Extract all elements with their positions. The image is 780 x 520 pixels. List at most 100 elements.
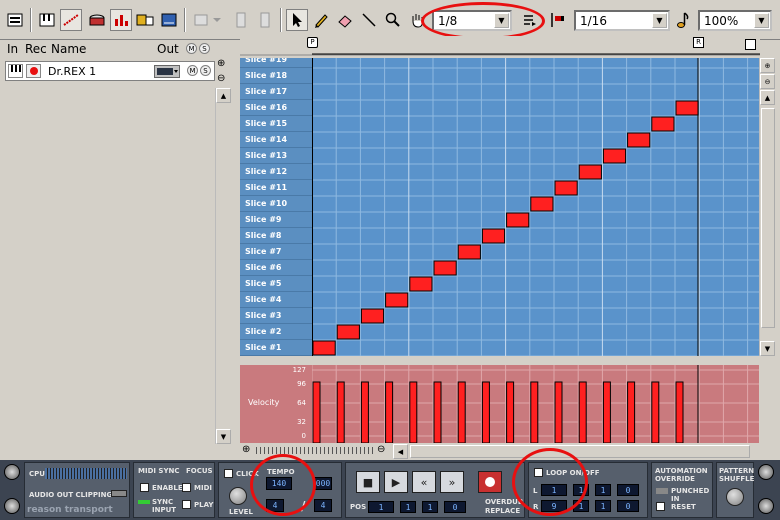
loop-left-tick[interactable]: 0: [617, 484, 639, 496]
rex-note[interactable]: [360, 308, 385, 324]
zoom-out-icon[interactable]: ⊖: [760, 74, 775, 89]
click-checkbox[interactable]: [224, 469, 233, 478]
slice-label[interactable]: Slice #15: [240, 116, 312, 132]
chevron-down-icon[interactable]: ▼: [494, 13, 509, 28]
scroll-up-icon[interactable]: ▲: [216, 88, 231, 103]
slice-label[interactable]: Slice #2: [240, 324, 312, 340]
keyboard-icon[interactable]: [8, 64, 23, 78]
signature-denominator[interactable]: 4: [314, 499, 332, 512]
rex-note[interactable]: [675, 100, 699, 116]
slice-label[interactable]: Slice #18: [240, 68, 312, 84]
note-icon[interactable]: [672, 9, 694, 31]
stop-button[interactable]: ■: [356, 471, 380, 493]
velocity-bar[interactable]: [457, 381, 466, 443]
slice-label[interactable]: Slice #11: [240, 180, 312, 196]
zoom-in-icon[interactable]: ⊕: [242, 444, 250, 455]
velocity-bar[interactable]: [312, 381, 321, 443]
key-lane-icon[interactable]: [36, 9, 58, 31]
start-marker[interactable]: P: [307, 37, 318, 48]
fast-forward-button[interactable]: »: [440, 471, 464, 493]
track-row[interactable]: Dr.REX 1 M S: [5, 61, 215, 81]
velocity-bar[interactable]: [409, 381, 418, 443]
loop-left-sixteenth[interactable]: 1: [595, 484, 611, 496]
loop-right-bar[interactable]: 9: [541, 500, 567, 512]
rex-note[interactable]: [336, 324, 360, 340]
slice-label[interactable]: Slice #6: [240, 260, 312, 276]
slice-label[interactable]: Slice #4: [240, 292, 312, 308]
zoom-in-icon[interactable]: ⊕: [217, 58, 225, 69]
record-enable-icon[interactable]: [26, 64, 41, 78]
velocity-bar[interactable]: [578, 381, 587, 443]
slice-label[interactable]: Slice #10: [240, 196, 312, 212]
ruler[interactable]: P R: [240, 36, 760, 56]
rex-note[interactable]: [433, 260, 457, 276]
rex-note[interactable]: [554, 180, 578, 196]
editor-horizontal-scrollbar[interactable]: ⊕ ⊖ ◀: [240, 444, 760, 459]
velocity-bar[interactable]: [336, 381, 345, 443]
scroll-left-icon[interactable]: ◀: [393, 444, 408, 459]
rex-note[interactable]: [385, 292, 409, 308]
slice-label[interactable]: Slice #17: [240, 84, 312, 100]
dropdown-arrow-icon[interactable]: [210, 9, 224, 31]
pos-tick[interactable]: 0: [444, 501, 466, 513]
track-list-scrollbar[interactable]: ▲ ▼: [215, 88, 232, 444]
velocity-bar[interactable]: [385, 381, 394, 443]
midi-focus-checkbox[interactable]: [182, 483, 191, 492]
velocity-lane-icon[interactable]: [110, 9, 132, 31]
reset-button[interactable]: [656, 502, 665, 511]
rex-note[interactable]: [578, 164, 602, 180]
rex-note[interactable]: [409, 276, 433, 292]
velocity-bar[interactable]: [554, 381, 563, 443]
rewind-button[interactable]: «: [412, 471, 436, 493]
scroll-up-icon[interactable]: ▲: [760, 90, 775, 105]
velocity-bar[interactable]: [602, 381, 611, 443]
pattern-lane-icon[interactable]: [134, 9, 156, 31]
velocity-bar[interactable]: [481, 381, 490, 443]
slice-label[interactable]: Slice #12: [240, 164, 312, 180]
device-output-icon[interactable]: [154, 65, 180, 78]
enable-checkbox[interactable]: [140, 483, 149, 492]
scroll-thumb[interactable]: [761, 108, 775, 328]
hand-icon[interactable]: [406, 9, 428, 31]
zoom-out-icon[interactable]: ⊖: [217, 73, 225, 84]
shuffle-knob[interactable]: [726, 488, 744, 506]
velocity-bar[interactable]: [530, 381, 539, 443]
rex-lane-icon[interactable]: [60, 9, 82, 31]
loop-right-tick[interactable]: 0: [617, 500, 639, 512]
velocity-bar[interactable]: [506, 381, 515, 443]
signature-numerator[interactable]: 4: [266, 499, 284, 512]
loop-left-beat[interactable]: 1: [573, 484, 589, 496]
pos-beat[interactable]: 1: [400, 501, 416, 513]
arrange-view-icon[interactable]: [4, 9, 26, 31]
scroll-down-icon[interactable]: ▼: [760, 341, 775, 356]
slice-label[interactable]: Slice #1: [240, 340, 312, 356]
controller-lane-icon[interactable]: [158, 9, 180, 31]
mute-button[interactable]: M: [187, 65, 198, 76]
horizontal-scroll-thumb[interactable]: [410, 445, 750, 458]
slice-label[interactable]: Slice #13: [240, 148, 312, 164]
slice-label[interactable]: Slice #5: [240, 276, 312, 292]
chevron-down-icon[interactable]: ▼: [754, 13, 769, 28]
snap-grid-select[interactable]: 1/16 ▼: [574, 10, 670, 31]
slice-label[interactable]: Slice #9: [240, 212, 312, 228]
rex-note[interactable]: [312, 340, 336, 356]
loop-on-off-checkbox[interactable]: [534, 468, 543, 477]
velocity-bar[interactable]: [433, 381, 442, 443]
rex-note[interactable]: [530, 196, 554, 212]
horizontal-zoom-slider[interactable]: [256, 447, 374, 454]
move-left-icon[interactable]: [230, 9, 252, 31]
quantize-notes-icon[interactable]: [518, 9, 540, 31]
track-name[interactable]: Dr.REX 1: [48, 65, 96, 78]
velocity-bar[interactable]: [360, 381, 369, 443]
loop-right-sixteenth[interactable]: 1: [595, 500, 611, 512]
pos-sixteenth[interactable]: 1: [422, 501, 438, 513]
snap-icon[interactable]: [546, 9, 568, 31]
play-focus-checkbox[interactable]: [182, 500, 191, 509]
tempo-display[interactable]: 140: [266, 477, 292, 490]
line-tool-icon[interactable]: [358, 9, 380, 31]
ruler-end-button[interactable]: [745, 39, 756, 50]
rex-note-grid[interactable]: [312, 58, 759, 356]
magnify-icon[interactable]: [382, 9, 404, 31]
rex-note[interactable]: [457, 244, 481, 260]
slice-label[interactable]: Slice #19: [240, 58, 312, 68]
